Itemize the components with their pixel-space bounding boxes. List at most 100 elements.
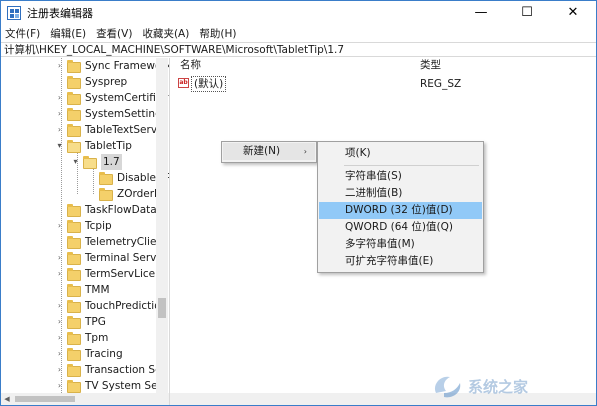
- folder-icon: [67, 316, 81, 329]
- tree-item-label[interactable]: SystemSettings: [85, 106, 167, 122]
- tree-item-label[interactable]: Tracing: [85, 346, 123, 362]
- menu-help[interactable]: 帮助(H): [194, 26, 241, 41]
- tree-item-label[interactable]: TouchPrediction: [85, 298, 167, 314]
- folder-icon: [67, 268, 81, 281]
- folder-icon: [67, 60, 81, 73]
- collapse-arrow-icon[interactable]: ▾: [55, 141, 64, 151]
- context-menu: 新建(N) ›: [221, 141, 317, 163]
- expand-arrow-icon[interactable]: ›: [55, 109, 64, 119]
- tree-scroll-thumb[interactable]: [158, 298, 166, 318]
- regedit-app-icon: [7, 5, 21, 20]
- title-bar[interactable]: 注册表编辑器 — ☐ ✕: [1, 1, 596, 24]
- address-bar[interactable]: 计算机\HKEY_LOCAL_MACHINE\SOFTWARE\Microsof…: [1, 42, 596, 57]
- expand-arrow-icon[interactable]: ›: [55, 93, 64, 103]
- registry-editor-window: 注册表编辑器 — ☐ ✕ 文件(F) 编辑(E) 查看(V) 收藏夹(A) 帮助…: [0, 0, 597, 406]
- folder-icon: [67, 252, 81, 265]
- folder-icon: [67, 284, 81, 297]
- column-header-name[interactable]: 名称: [180, 58, 201, 73]
- expand-arrow-icon[interactable]: ›: [55, 221, 64, 231]
- submenu-item-qword-value[interactable]: QWORD (64 位)值(Q): [319, 219, 482, 236]
- menu-favorites[interactable]: 收藏夹(A): [137, 26, 194, 41]
- window-controls: — ☐ ✕: [458, 1, 596, 24]
- tree-item-label[interactable]: Tpm: [85, 330, 108, 346]
- address-path: 计算机\HKEY_LOCAL_MACHINE\SOFTWARE\Microsof…: [4, 44, 345, 56]
- column-header-type[interactable]: 类型: [420, 58, 441, 73]
- tree-hscroll-thumb[interactable]: [15, 396, 75, 402]
- submenu-item-label: 项(K): [345, 147, 371, 159]
- expand-arrow-icon[interactable]: ›: [55, 253, 64, 263]
- expand-arrow-icon[interactable]: ›: [55, 61, 64, 71]
- folder-icon: [67, 364, 81, 377]
- folder-icon: [67, 380, 81, 393]
- folder-icon: [67, 124, 81, 137]
- folder-icon: [67, 332, 81, 345]
- submenu-item-string-value[interactable]: 字符串值(S): [319, 168, 482, 185]
- tree-item-label[interactable]: TableTextServic: [85, 122, 166, 138]
- value-type: REG_SZ: [420, 78, 462, 90]
- tree-item-label[interactable]: Transaction Ser: [85, 362, 166, 378]
- collapse-arrow-icon[interactable]: ▾: [71, 157, 80, 167]
- submenu-item-expandable-string-value[interactable]: 可扩充字符串值(E): [319, 253, 482, 270]
- submenu-item-label: 多字符串值(M): [345, 238, 415, 250]
- submenu-item-label: 字符串值(S): [345, 170, 402, 182]
- context-menu-new[interactable]: 新建(N) ›: [223, 143, 315, 160]
- minimize-icon: —: [474, 5, 488, 20]
- folder-icon: [67, 140, 81, 153]
- folder-icon: [67, 300, 81, 313]
- tree-item-label[interactable]: TelemetryClient: [85, 234, 167, 250]
- scroll-left-icon[interactable]: ◀: [1, 393, 13, 405]
- value-row[interactable]: ab (默认) REG_SZ: [178, 76, 578, 92]
- maximize-button[interactable]: ☐: [504, 1, 550, 24]
- folder-icon: [67, 348, 81, 361]
- submenu-arrow-icon: ›: [303, 147, 307, 156]
- expand-arrow-icon[interactable]: ›: [55, 381, 64, 391]
- folder-icon: [67, 76, 81, 89]
- tree-connector-line: [77, 146, 78, 194]
- expand-arrow-icon[interactable]: ›: [55, 365, 64, 375]
- tree-item-label[interactable]: TMM: [85, 282, 110, 298]
- tree-horizontal-scrollbar[interactable]: ◀: [1, 393, 169, 405]
- tree-vertical-scrollbar[interactable]: [156, 58, 168, 393]
- submenu-item-label: QWORD (64 位)值(Q): [345, 221, 453, 233]
- folder-icon: [67, 220, 81, 233]
- expand-arrow-icon[interactable]: ›: [55, 125, 64, 135]
- folder-icon: [99, 172, 113, 185]
- submenu-item-label: DWORD (32 位)值(D): [345, 204, 453, 216]
- window-title: 注册表编辑器: [27, 6, 93, 20]
- submenu-item-binary-value[interactable]: 二进制值(B): [319, 185, 482, 202]
- tree-item-label[interactable]: TPG: [85, 314, 106, 330]
- menu-edit[interactable]: 编辑(E): [45, 26, 91, 41]
- submenu-item-label: 可扩充字符串值(E): [345, 255, 434, 267]
- submenu-item-label: 二进制值(B): [345, 187, 403, 199]
- value-name: (默认): [191, 76, 227, 92]
- tree-item-label[interactable]: TabletTip: [85, 138, 132, 154]
- minimize-button[interactable]: —: [458, 1, 504, 24]
- expand-arrow-icon[interactable]: ›: [55, 333, 64, 343]
- folder-icon: [67, 92, 81, 105]
- close-button[interactable]: ✕: [550, 1, 596, 24]
- submenu-item-multi-string-value[interactable]: 多字符串值(M): [319, 236, 482, 253]
- expand-arrow-icon[interactable]: ›: [55, 349, 64, 359]
- folder-icon: [67, 236, 81, 249]
- folder-icon: [67, 204, 81, 217]
- folder-icon: [99, 188, 113, 201]
- menu-view[interactable]: 查看(V): [91, 26, 137, 41]
- menu-bar: 文件(F) 编辑(E) 查看(V) 收藏夹(A) 帮助(H): [1, 24, 596, 42]
- tree-item-label[interactable]: Terminal Server: [85, 250, 167, 266]
- folder-icon: [67, 108, 81, 121]
- tree-item-label[interactable]: Tcpip: [85, 218, 112, 234]
- submenu-item-key[interactable]: 项(K): [319, 145, 482, 162]
- values-pane[interactable]: 名称 类型 ab (默认) REG_SZ 新建(N) › 项(K) 字符串值(S…: [170, 58, 596, 405]
- folder-icon: [83, 156, 97, 169]
- key-tree-pane: › Sync Framework Sysprep › SystemCertificat ›…: [1, 58, 170, 405]
- string-value-icon: ab: [178, 78, 189, 88]
- tree-item-label[interactable]: Sysprep: [85, 74, 127, 90]
- expand-arrow-icon[interactable]: ›: [55, 301, 64, 311]
- tree-item-label[interactable]: TermServLicens: [85, 266, 167, 282]
- maximize-icon: ☐: [521, 5, 533, 20]
- tree-item-label[interactable]: 1.7: [101, 154, 122, 170]
- expand-arrow-icon[interactable]: ›: [55, 317, 64, 327]
- menu-file[interactable]: 文件(F): [1, 26, 45, 41]
- submenu-item-dword-value[interactable]: DWORD (32 位)值(D): [319, 202, 482, 219]
- expand-arrow-icon[interactable]: ›: [55, 269, 64, 279]
